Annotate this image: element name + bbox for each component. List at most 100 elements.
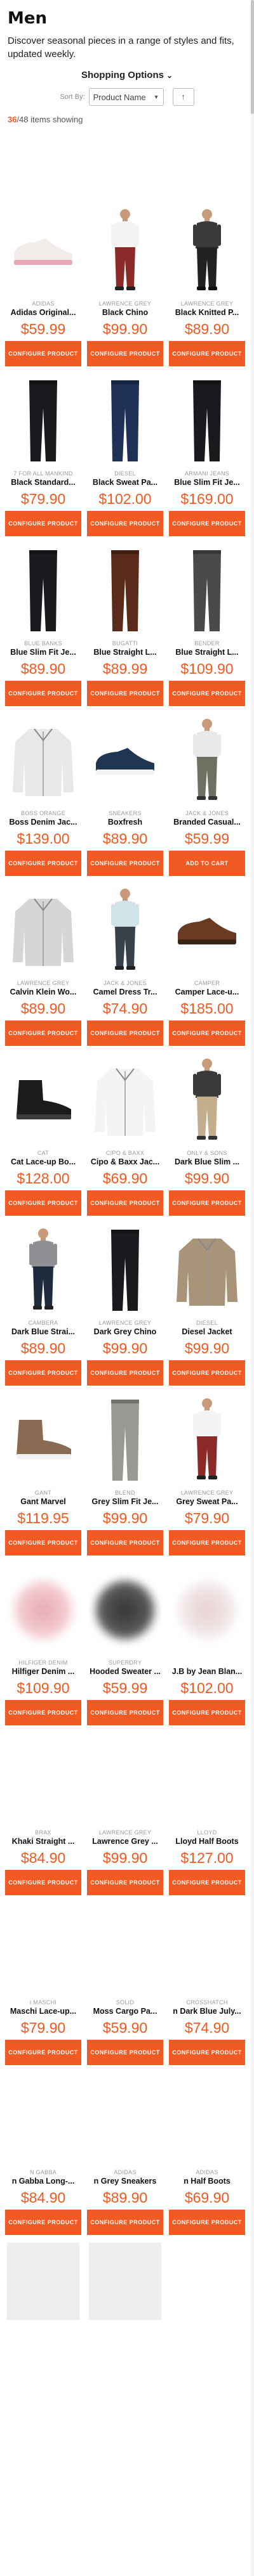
product-card[interactable]: CROSSHATCH n Dark Blue July... $74.90 CONFI… xyxy=(169,1903,245,2065)
configure-product-button[interactable]: CONFIGURE PRODUCT xyxy=(169,1700,245,1725)
product-name[interactable]: Blue Straight L... xyxy=(87,648,163,657)
product-image[interactable] xyxy=(171,374,243,468)
product-name[interactable]: Moss Cargo Pa... xyxy=(87,2007,163,2016)
product-card[interactable]: BOSS ORANGE Boss Denim Jac... $139.00 CONFI… xyxy=(5,714,81,876)
configure-product-button[interactable]: CONFIGURE PRODUCT xyxy=(5,1360,81,1386)
configure-product-button[interactable]: CONFIGURE PRODUCT xyxy=(169,341,245,366)
configure-product-button[interactable]: CONFIGURE PRODUCT xyxy=(169,681,245,706)
product-image[interactable] xyxy=(89,714,161,808)
configure-product-button[interactable]: CONFIGURE PRODUCT xyxy=(169,511,245,536)
product-name[interactable]: Lawrence Grey ... xyxy=(87,1837,163,1846)
configure-product-button[interactable]: CONFIGURE PRODUCT xyxy=(87,1870,163,1895)
product-image[interactable] xyxy=(171,544,243,638)
product-image[interactable] xyxy=(171,204,243,298)
product-card[interactable]: LAWRENCE GREY Black Chino $99.90 CONFIGURE … xyxy=(87,204,163,366)
product-card[interactable]: N GABBA n Gabba Long-... $84.90 CONFIGURE P… xyxy=(5,2073,81,2235)
configure-product-button[interactable]: CONFIGURE PRODUCT xyxy=(5,511,81,536)
product-card[interactable]: LAWRENCE GREY Black Knitted P... $89.90 CON… xyxy=(169,204,245,366)
product-name[interactable]: Blue Slim Fit Je... xyxy=(5,648,81,657)
configure-product-button[interactable]: CONFIGURE PRODUCT xyxy=(5,1700,81,1725)
product-name[interactable]: Dark Grey Chino xyxy=(87,1327,163,1336)
product-name[interactable]: Black Standard... xyxy=(5,478,81,487)
product-card[interactable]: ADIDAS Adidas Original... $59.99 CONFIGURE … xyxy=(5,204,81,366)
product-image[interactable] xyxy=(7,1053,79,1147)
product-card[interactable]: I MASCHI Maschi Lace-up... $79.90 CONFIGURE… xyxy=(5,1903,81,2065)
product-image[interactable] xyxy=(7,1733,79,1827)
product-card[interactable]: DIESEL Diesel Jacket $99.90 CONFIGURE PRODU… xyxy=(169,1223,245,1386)
configure-product-button[interactable]: CONFIGURE PRODUCT xyxy=(87,1190,163,1216)
configure-product-button[interactable]: CONFIGURE PRODUCT xyxy=(87,2210,163,2235)
configure-product-button[interactable]: CONFIGURE PRODUCT xyxy=(5,1530,81,1555)
configure-product-button[interactable]: CONFIGURE PRODUCT xyxy=(5,1190,81,1216)
product-image[interactable] xyxy=(171,714,243,808)
product-image[interactable] xyxy=(7,204,79,298)
configure-product-button[interactable]: CONFIGURE PRODUCT xyxy=(169,1021,245,1046)
product-card[interactable]: LAWRENCE GREY Dark Grey Chino $99.90 CONFIG… xyxy=(87,1223,163,1386)
product-card[interactable]: JACK & JONES Branded Casual... $59.99 ADD T… xyxy=(169,714,245,876)
product-card[interactable]: 7 FOR ALL MANKIND Black Standard... $79.90… xyxy=(5,374,81,536)
product-name[interactable]: Camel Dress Tr... xyxy=(87,988,163,996)
product-image[interactable] xyxy=(171,884,243,977)
product-image[interactable] xyxy=(89,1903,161,1997)
product-image[interactable] xyxy=(89,544,161,638)
product-name[interactable]: Dark Blue Slim ... xyxy=(169,1157,245,1166)
product-image[interactable] xyxy=(89,1393,161,1487)
product-card[interactable]: SNEAKERS Boxfresh $89.90 CONFIGURE PRODUCT xyxy=(87,714,163,876)
product-image[interactable] xyxy=(89,374,161,468)
product-name[interactable]: Black Chino xyxy=(87,308,163,317)
product-name[interactable]: Hilfiger Denim ... xyxy=(5,1667,81,1676)
product-name[interactable]: Boxfresh xyxy=(87,818,163,827)
sort-direction-button[interactable]: ↑ xyxy=(172,88,194,106)
product-card[interactable]: CAMBERA Dark Blue Strai... $89.90 CONFIGURE… xyxy=(5,1223,81,1386)
product-name[interactable]: Grey Sweat Pa... xyxy=(169,1497,245,1506)
sort-select[interactable]: Product Name ▼ xyxy=(88,88,164,106)
configure-product-button[interactable]: CONFIGURE PRODUCT xyxy=(5,341,81,366)
product-card[interactable]: LAWRENCE GREY Lawrence Grey ... $99.90 CONF… xyxy=(87,1733,163,1895)
product-image[interactable] xyxy=(171,1223,243,1317)
configure-product-button[interactable]: CONFIGURE PRODUCT xyxy=(87,1700,163,1725)
configure-product-button[interactable]: CONFIGURE PRODUCT xyxy=(169,2210,245,2235)
product-name[interactable]: J.B by Jean Blan... xyxy=(169,1667,245,1676)
product-card[interactable]: BENDER Blue Straight L... $109.90 CONFIGURE… xyxy=(169,544,245,706)
configure-product-button[interactable]: CONFIGURE PRODUCT xyxy=(87,851,163,876)
product-card[interactable]: CIPO & BAXX Cipo & Baxx Jac... $69.90 CONFI… xyxy=(87,1053,163,1216)
configure-product-button[interactable]: CONFIGURE PRODUCT xyxy=(5,2210,81,2235)
configure-product-button[interactable]: CONFIGURE PRODUCT xyxy=(87,2040,163,2065)
shopping-options-toggle[interactable]: Shopping Options ⌄ xyxy=(0,70,254,80)
product-name[interactable]: Black Knitted P... xyxy=(169,308,245,317)
configure-product-button[interactable]: CONFIGURE PRODUCT xyxy=(87,1530,163,1555)
product-card[interactable]: J.B by Jean Blan... $102.00 CONFIGURE PROD… xyxy=(169,1563,245,1725)
product-name[interactable]: Cat Lace-up Bo... xyxy=(5,1157,81,1166)
product-image[interactable] xyxy=(7,1393,79,1487)
configure-product-button[interactable]: CONFIGURE PRODUCT xyxy=(169,1870,245,1895)
product-card[interactable]: BLEND Grey Slim Fit Je... $99.90 CONFIGURE … xyxy=(87,1393,163,1555)
scrollbar-track[interactable] xyxy=(251,0,254,2576)
product-image[interactable] xyxy=(7,714,79,808)
configure-product-button[interactable]: CONFIGURE PRODUCT xyxy=(87,1360,163,1386)
product-image[interactable] xyxy=(7,374,79,468)
configure-product-button[interactable]: CONFIGURE PRODUCT xyxy=(169,1360,245,1386)
product-card[interactable]: ADIDAS n Half Boots $69.90 CONFIGURE PRODUC… xyxy=(169,2073,245,2235)
configure-product-button[interactable]: CONFIGURE PRODUCT xyxy=(5,1870,81,1895)
configure-product-button[interactable]: CONFIGURE PRODUCT xyxy=(87,511,163,536)
product-name[interactable]: Lloyd Half Boots xyxy=(169,1837,245,1846)
product-card[interactable]: ONLY & SONS Dark Blue Slim ... $99.90 CONFI… xyxy=(169,1053,245,1216)
product-card[interactable]: LAWRENCE GREY Calvin Klein Wo... $89.90 CON… xyxy=(5,884,81,1046)
product-image[interactable] xyxy=(89,1053,161,1147)
product-card[interactable]: DIESEL Black Sweat Pa... $102.00 CONFIGURE … xyxy=(87,374,163,536)
product-card[interactable]: LAWRENCE GREY Grey Sweat Pa... $79.90 CONFI… xyxy=(169,1393,245,1555)
product-name[interactable]: Khaki Straight ... xyxy=(5,1837,81,1846)
product-image[interactable] xyxy=(89,884,161,977)
product-image[interactable] xyxy=(171,1393,243,1487)
product-card[interactable]: CAMPER Camper Lace-u... $185.00 CONFIGURE P… xyxy=(169,884,245,1046)
product-image[interactable] xyxy=(7,884,79,977)
product-image[interactable] xyxy=(7,2073,79,2167)
product-card[interactable]: JACK & JONES Camel Dress Tr... $74.90 CONFI… xyxy=(87,884,163,1046)
product-card[interactable]: BUGATTI Blue Straight L... $89.99 CONFIGURE… xyxy=(87,544,163,706)
configure-product-button[interactable]: CONFIGURE PRODUCT xyxy=(5,851,81,876)
product-name[interactable]: Gant Marvel xyxy=(5,1497,81,1506)
product-name[interactable]: Blue Slim Fit Je... xyxy=(169,478,245,487)
product-card[interactable]: SUPERDRY Hooded Sweater ... $59.99 CONFIGUR… xyxy=(87,1563,163,1725)
product-name[interactable]: n Grey Sneakers xyxy=(87,2177,163,2186)
product-card[interactable]: CAT Cat Lace-up Bo... $128.00 CONFIGURE PRO… xyxy=(5,1053,81,1216)
